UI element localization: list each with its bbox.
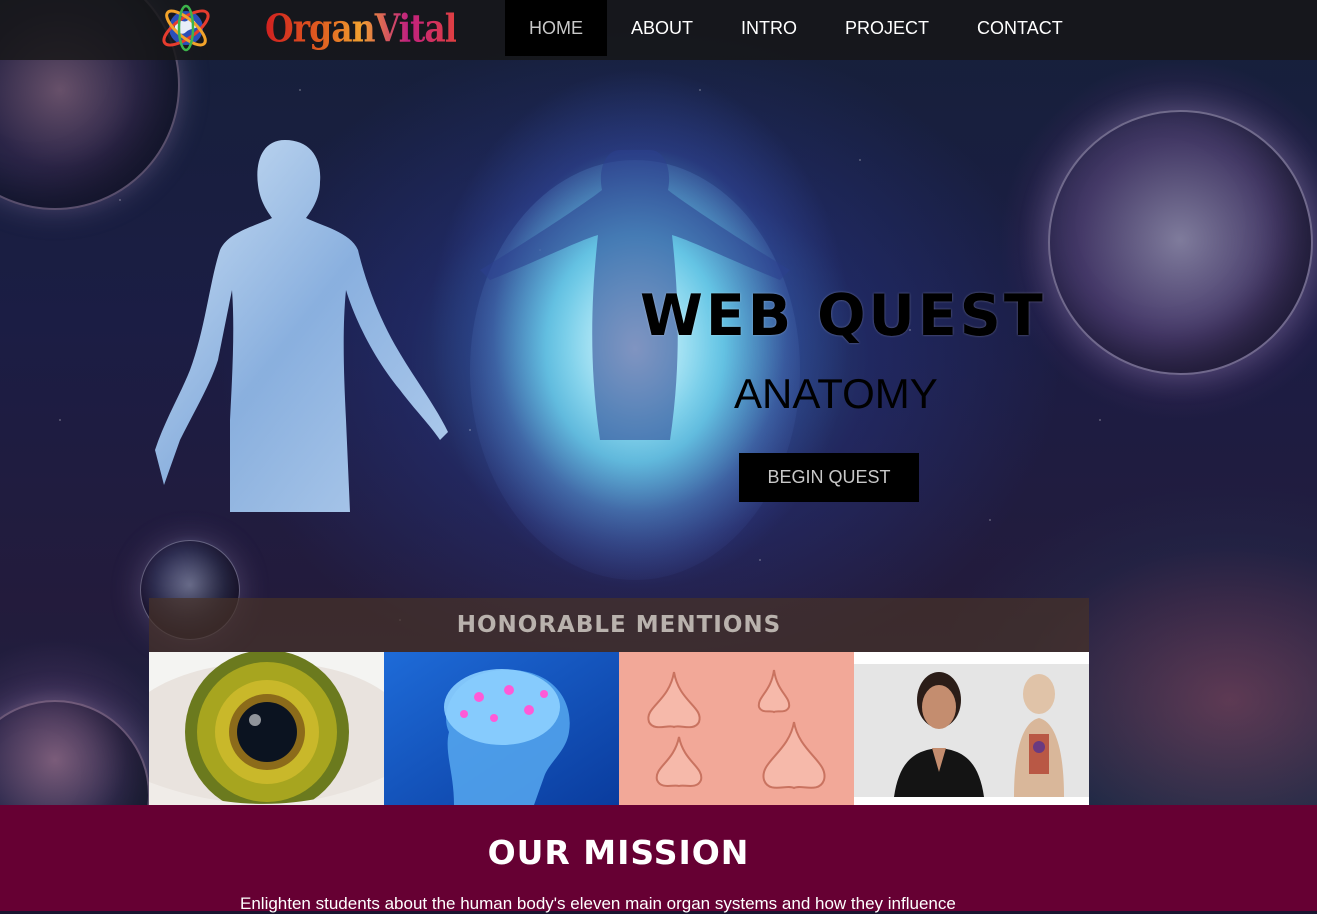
nav-intro-link[interactable]: INTRO bbox=[717, 0, 821, 56]
eye-thumbnail[interactable] bbox=[149, 652, 384, 805]
nav-about-link[interactable]: ABOUT bbox=[607, 0, 717, 56]
nav-project-link[interactable]: PROJECT bbox=[821, 0, 953, 56]
noses-thumbnail[interactable] bbox=[619, 652, 854, 805]
globe-orbit-icon[interactable] bbox=[158, 0, 214, 56]
main-nav-menu: HOME ABOUT INTRO PROJECT CONTACT bbox=[505, 0, 1087, 56]
nav-home-link[interactable]: HOME bbox=[505, 0, 607, 56]
honorable-mentions-gallery bbox=[149, 652, 1089, 805]
hero-title: WEB QUEST bbox=[640, 283, 1046, 349]
planet-bottom-left bbox=[0, 700, 150, 805]
nav-contact-link[interactable]: CONTACT bbox=[953, 0, 1087, 56]
mission-text: Enlighten students about the human body'… bbox=[240, 894, 956, 913]
honorable-mentions-header: HONORABLE MENTIONS bbox=[149, 598, 1089, 652]
honorable-mentions-title: HONORABLE MENTIONS bbox=[456, 612, 782, 638]
begin-quest-button[interactable]: BEGIN QUEST bbox=[739, 453, 919, 502]
mission-title: OUR MISSION bbox=[487, 833, 750, 872]
brand-logo-text[interactable]: OrganVital bbox=[265, 6, 457, 51]
mission-section: OUR MISSION Enlighten students about the… bbox=[0, 805, 1317, 913]
planet-right bbox=[1048, 110, 1313, 375]
human-silhouette-image bbox=[155, 140, 448, 512]
hero-subtitle: ANATOMY bbox=[734, 370, 938, 417]
cosmic-figure-image bbox=[470, 150, 800, 580]
top-navigation-bar: OrganVital HOME ABOUT INTRO PROJECT CONT… bbox=[0, 0, 1317, 60]
brain-thumbnail[interactable] bbox=[384, 652, 619, 805]
anatomy-teacher-thumbnail[interactable] bbox=[854, 652, 1089, 805]
